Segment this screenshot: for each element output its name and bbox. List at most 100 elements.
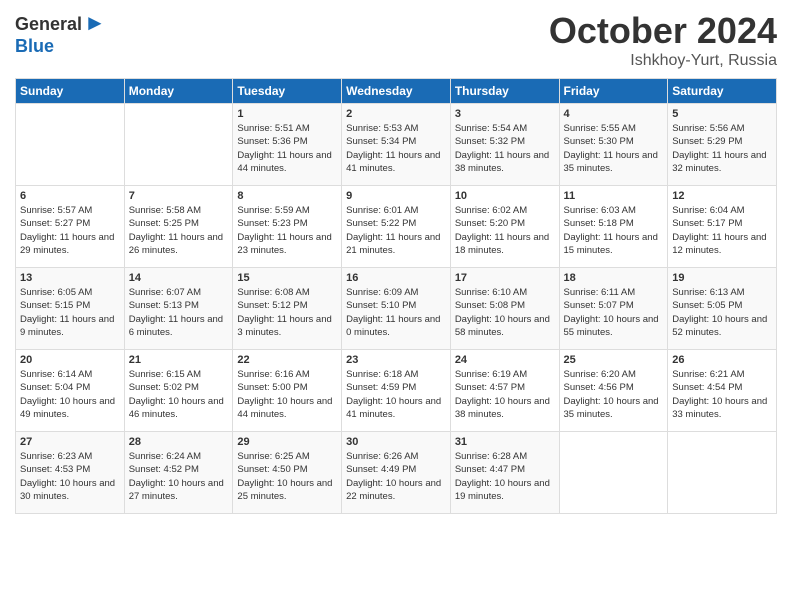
day-info: Sunrise: 6:20 AMSunset: 4:56 PMDaylight:… [564, 368, 664, 421]
calendar-cell: 6 Sunrise: 5:57 AMSunset: 5:27 PMDaylight… [16, 186, 125, 268]
calendar-cell [668, 432, 777, 514]
calendar-week-row: 6 Sunrise: 5:57 AMSunset: 5:27 PMDaylight… [16, 186, 777, 268]
day-info: Sunrise: 5:58 AMSunset: 5:25 PMDaylight:… [129, 204, 229, 257]
calendar-cell: 7 Sunrise: 5:58 AMSunset: 5:25 PMDaylight… [124, 186, 233, 268]
day-number: 28 [129, 436, 229, 448]
day-number: 19 [672, 272, 772, 284]
day-number: 21 [129, 354, 229, 366]
calendar-cell: 2 Sunrise: 5:53 AMSunset: 5:34 PMDaylight… [342, 104, 451, 186]
calendar-cell: 19 Sunrise: 6:13 AMSunset: 5:05 PMDayligh… [668, 268, 777, 350]
calendar-cell: 15Sunrise: 6:08 AMSunset: 5:12 PMDayligh… [233, 268, 342, 350]
day-info: Sunrise: 6:15 AMSunset: 5:02 PMDaylight:… [129, 368, 229, 421]
day-info: Sunrise: 5:55 AMSunset: 5:30 PMDaylight:… [564, 122, 664, 175]
day-info: Sunrise: 6:18 AMSunset: 4:59 PMDaylight:… [346, 368, 446, 421]
day-info: Sunrise: 6:28 AMSunset: 4:47 PMDaylight:… [455, 450, 555, 503]
day-number: 1 [237, 108, 337, 120]
calendar-cell: 20 Sunrise: 6:14 AMSunset: 5:04 PMDayligh… [16, 350, 125, 432]
calendar-cell: 31 Sunrise: 6:28 AMSunset: 4:47 PMDayligh… [450, 432, 559, 514]
day-number: 13 [20, 272, 120, 284]
calendar-week-row: 27 Sunrise: 6:23 AMSunset: 4:53 PMDayligh… [16, 432, 777, 514]
day-number: 11 [564, 190, 664, 202]
calendar-cell [124, 104, 233, 186]
logo: General► Blue [15, 10, 106, 58]
day-number: 31 [455, 436, 555, 448]
day-number: 26 [672, 354, 772, 366]
calendar-table: SundayMondayTuesdayWednesdayThursdayFrid… [15, 78, 777, 514]
day-info: Sunrise: 6:07 AMSunset: 5:13 PMDaylight:… [129, 286, 229, 339]
calendar-cell: 17Sunrise: 6:10 AMSunset: 5:08 PMDayligh… [450, 268, 559, 350]
day-info: Sunrise: 6:14 AMSunset: 5:04 PMDaylight:… [20, 368, 120, 421]
weekday-header-wednesday: Wednesday [342, 79, 451, 104]
calendar-cell: 25 Sunrise: 6:20 AMSunset: 4:56 PMDayligh… [559, 350, 668, 432]
calendar-cell: 30Sunrise: 6:26 AMSunset: 4:49 PMDayligh… [342, 432, 451, 514]
day-number: 22 [237, 354, 337, 366]
calendar-cell: 8Sunrise: 5:59 AMSunset: 5:23 PMDaylight… [233, 186, 342, 268]
day-number: 6 [20, 190, 120, 202]
day-number: 25 [564, 354, 664, 366]
day-info: Sunrise: 6:16 AMSunset: 5:00 PMDaylight:… [237, 368, 337, 421]
day-number: 2 [346, 108, 446, 120]
calendar-cell: 26Sunrise: 6:21 AMSunset: 4:54 PMDayligh… [668, 350, 777, 432]
weekday-header-friday: Friday [559, 79, 668, 104]
day-number: 3 [455, 108, 555, 120]
day-info: Sunrise: 6:23 AMSunset: 4:53 PMDaylight:… [20, 450, 120, 503]
day-number: 18 [564, 272, 664, 284]
day-number: 7 [129, 190, 229, 202]
day-info: Sunrise: 6:09 AMSunset: 5:10 PMDaylight:… [346, 286, 446, 339]
day-info: Sunrise: 5:57 AMSunset: 5:27 PMDaylight:… [20, 204, 120, 257]
weekday-header-row: SundayMondayTuesdayWednesdayThursdayFrid… [16, 79, 777, 104]
weekday-header-saturday: Saturday [668, 79, 777, 104]
day-info: Sunrise: 5:53 AMSunset: 5:34 PMDaylight:… [346, 122, 446, 175]
calendar-cell: 11 Sunrise: 6:03 AMSunset: 5:18 PMDayligh… [559, 186, 668, 268]
calendar-cell: 5 Sunrise: 5:56 AMSunset: 5:29 PMDaylight… [668, 104, 777, 186]
day-number: 5 [672, 108, 772, 120]
calendar-week-row: 20 Sunrise: 6:14 AMSunset: 5:04 PMDayligh… [16, 350, 777, 432]
calendar-week-row: 1Sunrise: 5:51 AMSunset: 5:36 PMDaylight… [16, 104, 777, 186]
calendar-cell: 9Sunrise: 6:01 AMSunset: 5:22 PMDaylight… [342, 186, 451, 268]
day-info: Sunrise: 6:01 AMSunset: 5:22 PMDaylight:… [346, 204, 446, 257]
calendar-cell [559, 432, 668, 514]
title-block: October 2024 Ishkhoy-Yurt, Russia [549, 10, 777, 70]
day-info: Sunrise: 6:08 AMSunset: 5:12 PMDaylight:… [237, 286, 337, 339]
weekday-header-tuesday: Tuesday [233, 79, 342, 104]
calendar-cell: 27 Sunrise: 6:23 AMSunset: 4:53 PMDayligh… [16, 432, 125, 514]
month-title: October 2024 [549, 10, 777, 52]
day-number: 10 [455, 190, 555, 202]
day-info: Sunrise: 6:24 AMSunset: 4:52 PMDaylight:… [129, 450, 229, 503]
weekday-header-sunday: Sunday [16, 79, 125, 104]
day-number: 4 [564, 108, 664, 120]
day-number: 30 [346, 436, 446, 448]
day-info: Sunrise: 6:02 AMSunset: 5:20 PMDaylight:… [455, 204, 555, 257]
day-info: Sunrise: 6:03 AMSunset: 5:18 PMDaylight:… [564, 204, 664, 257]
header: General► Blue October 2024 Ishkhoy-Yurt,… [15, 10, 777, 70]
day-number: 27 [20, 436, 120, 448]
calendar-cell [16, 104, 125, 186]
calendar-cell: 18 Sunrise: 6:11 AMSunset: 5:07 PMDayligh… [559, 268, 668, 350]
calendar-week-row: 13 Sunrise: 6:05 AMSunset: 5:15 PMDayligh… [16, 268, 777, 350]
calendar-cell: 1Sunrise: 5:51 AMSunset: 5:36 PMDaylight… [233, 104, 342, 186]
calendar-cell: 28 Sunrise: 6:24 AMSunset: 4:52 PMDayligh… [124, 432, 233, 514]
location-title: Ishkhoy-Yurt, Russia [549, 52, 777, 70]
day-info: Sunrise: 6:04 AMSunset: 5:17 PMDaylight:… [672, 204, 772, 257]
day-number: 20 [20, 354, 120, 366]
calendar-cell: 12 Sunrise: 6:04 AMSunset: 5:17 PMDayligh… [668, 186, 777, 268]
calendar-cell: 3Sunrise: 5:54 AMSunset: 5:32 PMDaylight… [450, 104, 559, 186]
calendar-cell: 10 Sunrise: 6:02 AMSunset: 5:20 PMDayligh… [450, 186, 559, 268]
day-number: 8 [237, 190, 337, 202]
calendar-cell: 13 Sunrise: 6:05 AMSunset: 5:15 PMDayligh… [16, 268, 125, 350]
day-info: Sunrise: 5:56 AMSunset: 5:29 PMDaylight:… [672, 122, 772, 175]
calendar-cell: 4 Sunrise: 5:55 AMSunset: 5:30 PMDaylight… [559, 104, 668, 186]
calendar-cell: 23 Sunrise: 6:18 AMSunset: 4:59 PMDayligh… [342, 350, 451, 432]
day-info: Sunrise: 6:13 AMSunset: 5:05 PMDaylight:… [672, 286, 772, 339]
weekday-header-thursday: Thursday [450, 79, 559, 104]
day-info: Sunrise: 6:11 AMSunset: 5:07 PMDaylight:… [564, 286, 664, 339]
day-info: Sunrise: 6:25 AMSunset: 4:50 PMDaylight:… [237, 450, 337, 503]
calendar-cell: 22 Sunrise: 6:16 AMSunset: 5:00 PMDayligh… [233, 350, 342, 432]
day-info: Sunrise: 6:05 AMSunset: 5:15 PMDaylight:… [20, 286, 120, 339]
weekday-header-monday: Monday [124, 79, 233, 104]
calendar-cell: 16Sunrise: 6:09 AMSunset: 5:10 PMDayligh… [342, 268, 451, 350]
day-number: 12 [672, 190, 772, 202]
day-number: 23 [346, 354, 446, 366]
day-info: Sunrise: 6:19 AMSunset: 4:57 PMDaylight:… [455, 368, 555, 421]
calendar-cell: 29Sunrise: 6:25 AMSunset: 4:50 PMDayligh… [233, 432, 342, 514]
